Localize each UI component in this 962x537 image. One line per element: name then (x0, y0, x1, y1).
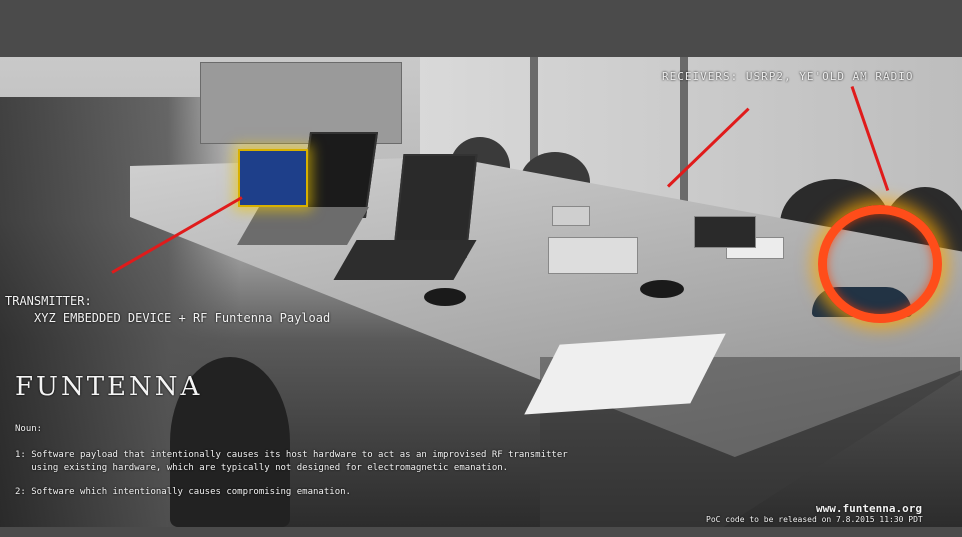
noun-label: Noun: (15, 424, 43, 434)
bottom-letterbox-bar (0, 527, 962, 537)
computer-mouse (424, 288, 466, 306)
usrp2-device (548, 237, 638, 274)
hardware-device (694, 216, 756, 248)
definition-1: 1: Software payload that intentionally c… (15, 450, 568, 473)
website-link: www.funtenna.org (816, 502, 922, 515)
definition-2: 2: Software which intentionally causes c… (15, 487, 351, 497)
laptop-keyboard (333, 240, 477, 280)
hardware-device (552, 206, 590, 226)
cable-hub (640, 280, 684, 298)
top-letterbox-bar (0, 0, 962, 57)
laptop-keyboard (237, 207, 369, 245)
laptop-screen (297, 132, 379, 218)
funtenna-title: FUNTENNA (15, 372, 203, 402)
transmitter-label: TRANSMITTER: (5, 294, 92, 308)
embedded-device-highlight (238, 149, 308, 207)
am-radio-highlight (818, 205, 942, 323)
poc-release-note: PoC code to be released on 7.8.2015 11:3… (706, 515, 923, 524)
receivers-label: RECEIVERS: USRP2, YE'OLD AM RADIO (662, 70, 914, 83)
transmitter-description: XYZ EMBEDDED DEVICE + RF Funtenna Payloa… (34, 311, 331, 325)
